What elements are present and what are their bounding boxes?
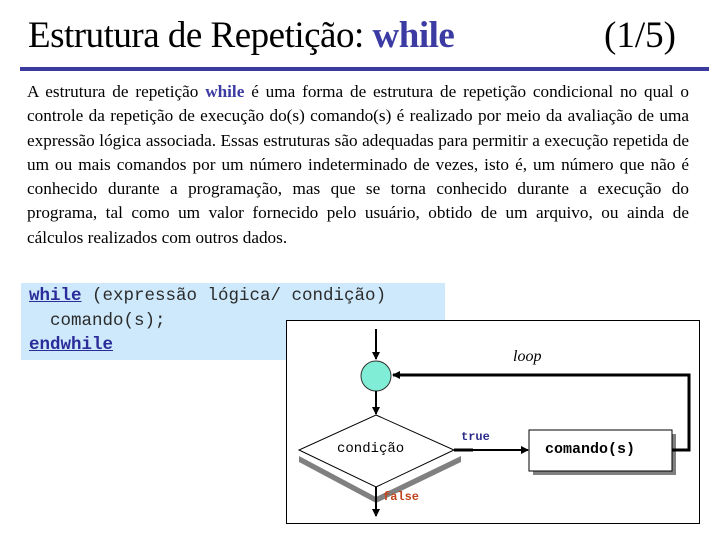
title-divider: [20, 67, 709, 71]
slide-title: Estrutura de Repetição: while: [28, 14, 455, 58]
code-keyword-endwhile: endwhile: [29, 335, 114, 355]
condition-label: condição: [337, 441, 405, 457]
code-line-2: comando(s);: [29, 311, 166, 331]
code-line-3: endwhile: [29, 335, 113, 355]
junction-node: [360, 360, 392, 392]
title-prefix: Estrutura de Repetição:: [28, 15, 373, 56]
code-line-1: while (expressão lógica/ condição): [29, 286, 386, 306]
title-keyword: while: [372, 15, 455, 56]
loop-label: loop: [513, 348, 542, 365]
flowchart-graphics: [297, 329, 691, 517]
page-counter: (1/5): [604, 15, 676, 56]
paragraph-keyword: while: [205, 82, 245, 101]
false-label: false: [383, 490, 420, 504]
flowchart: loop condição true false comando(s): [286, 320, 700, 524]
paragraph-text-rest: é uma forma de estrutura de repetição co…: [27, 82, 689, 247]
code-condition: (expressão lógica/ condição): [81, 286, 387, 306]
command-label: comando(s): [545, 441, 636, 458]
description-paragraph: A estrutura de repetição while é uma for…: [27, 80, 689, 250]
code-keyword-while: while: [29, 286, 82, 306]
paragraph-text-start: A estrutura de repetição: [27, 82, 206, 101]
true-label: true: [461, 430, 490, 444]
